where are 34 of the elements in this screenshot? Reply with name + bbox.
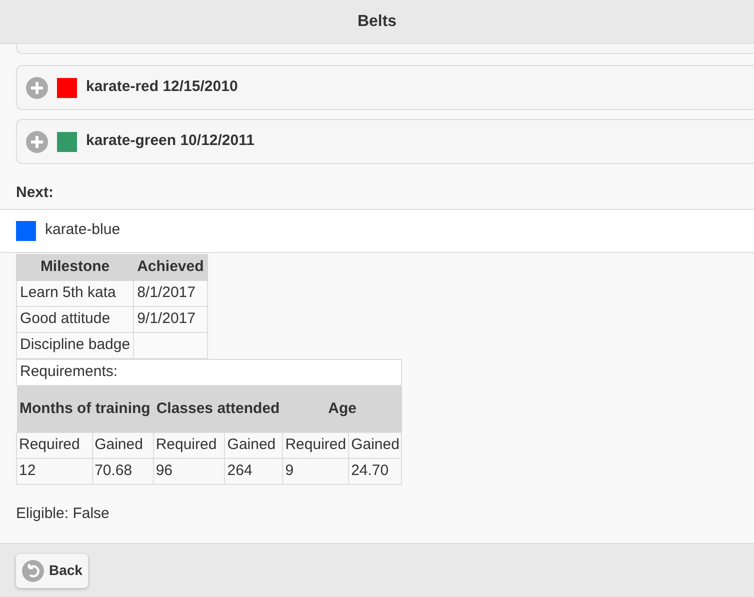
table-cell: 24.70 <box>348 458 402 484</box>
table-cell: 264 <box>224 458 283 484</box>
column-subheader: Required <box>153 432 225 458</box>
collapsible-card[interactable] <box>16 44 754 54</box>
column-header: Classes attended <box>153 385 283 432</box>
page-title: Belts <box>357 12 397 32</box>
column-subheader: Required <box>16 432 92 458</box>
table-cell: 8/1/2017 <box>134 280 208 306</box>
table-cell: Discipline badge <box>16 332 134 358</box>
table-cell: Good attitude <box>16 306 134 332</box>
column-header: Age <box>282 385 402 432</box>
next-label: Next: <box>16 183 55 203</box>
back-button[interactable]: Back <box>16 554 88 588</box>
belt-card[interactable]: karate-green 10/12/2011 <box>16 119 754 164</box>
column-subheader: Gained <box>224 432 283 458</box>
back-icon <box>22 560 44 582</box>
table-cell: Learn 5th kata <box>16 280 134 306</box>
column-subheader: Required <box>282 432 349 458</box>
table-cell: 9 <box>282 458 349 484</box>
column-subheader: Gained <box>348 432 402 458</box>
eligibility-text: Eligible: False <box>16 504 110 524</box>
column-header: Milestone <box>16 254 134 280</box>
plus-icon <box>26 76 48 98</box>
table-cell: 12 <box>16 458 92 484</box>
belt-name: karate-blue <box>45 220 120 240</box>
plus-icon <box>26 130 48 152</box>
belt-card[interactable]: karate-red 12/15/2010 <box>16 65 754 110</box>
column-subheader: Gained <box>92 432 154 458</box>
table-cell: 9/1/2017 <box>134 306 208 332</box>
table-cell: Requirements: <box>16 359 402 385</box>
column-header: Months of training <box>16 385 154 432</box>
column-header: Achieved <box>134 254 208 280</box>
table-cell: 96 <box>153 458 225 484</box>
table-cell: 70.68 <box>92 458 154 484</box>
